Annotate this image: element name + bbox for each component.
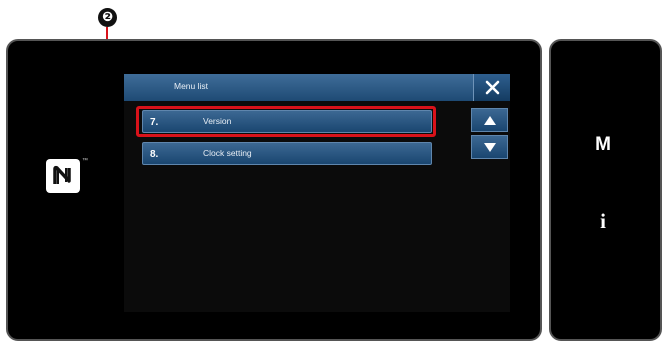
info-key[interactable]: i — [583, 209, 623, 234]
scroll-up-button[interactable] — [471, 108, 508, 132]
menu-item-label: Clock setting — [203, 148, 252, 158]
title-bar: Menu list — [124, 74, 510, 101]
arrow-down-icon — [484, 143, 496, 152]
callout-number: ❷ — [98, 8, 117, 27]
page-title: Menu list — [174, 81, 209, 91]
menu-key[interactable]: M — [583, 134, 623, 156]
close-icon — [485, 80, 500, 95]
menu-item-number: 8. — [150, 149, 159, 160]
close-button[interactable] — [473, 74, 510, 101]
menu-item-clock-setting[interactable]: 8. Clock setting — [142, 142, 432, 165]
nfc-icon — [46, 159, 80, 193]
arrow-up-icon — [484, 116, 496, 125]
scroll-down-button[interactable] — [471, 135, 508, 159]
selection-highlight — [136, 106, 436, 137]
nfc-trademark: ™ — [82, 158, 88, 164]
side-key-panel — [549, 39, 662, 341]
